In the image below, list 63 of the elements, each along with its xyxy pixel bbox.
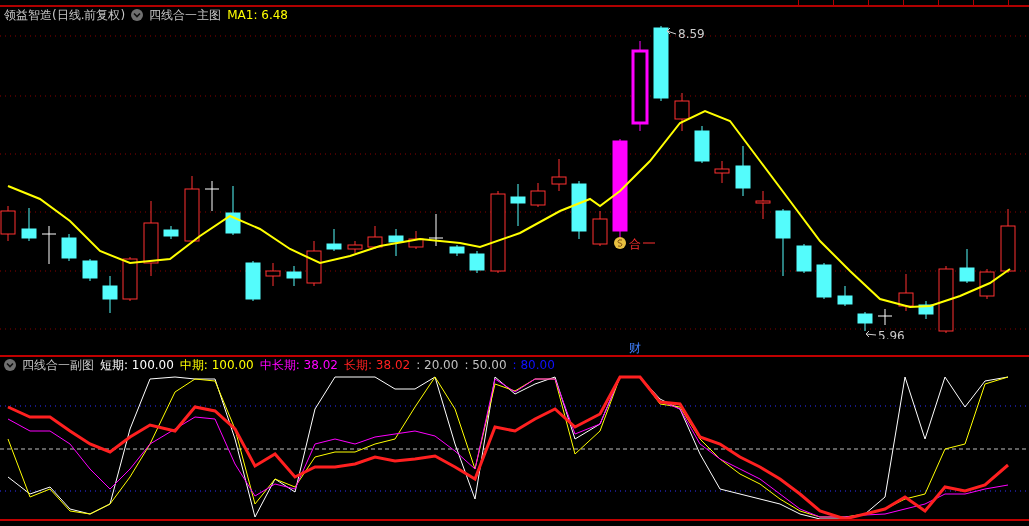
candlestick [755,190,771,220]
candlestick [1000,208,1016,274]
candlestick [367,225,383,250]
candlestick [408,230,424,250]
candlestick [82,258,98,282]
candlestick [286,265,302,287]
candlestick [510,183,526,227]
candlestick [225,185,241,236]
candlestick [959,248,975,284]
candlestick [816,262,832,300]
candlestick [163,225,179,240]
candlestick [449,244,465,257]
collapse-icon[interactable] [4,359,16,371]
candlestick [694,125,710,164]
low-arrow-icon [865,330,877,338]
candlestick [735,145,751,197]
candlestick [347,240,363,254]
finance-marker[interactable]: 财 [629,340,641,357]
candlestick [265,262,281,287]
candlestick [204,180,220,212]
candlestick [530,182,546,208]
candlestick [979,268,995,300]
candlestick [857,311,873,332]
candlestick [674,92,690,132]
candlestick [775,208,791,277]
indicator-value: : 20.00 [416,358,459,372]
signal-label: 合 [629,237,641,251]
candlestick [837,285,853,307]
candlestick [326,228,342,252]
candlestick [245,260,261,302]
candlestick [469,250,485,274]
candlestick [61,233,77,262]
candlestick [41,225,57,265]
money-bag-icon [614,237,626,249]
candlestick [21,207,37,242]
candlestick [102,275,118,314]
indicator-value: : 50.00 [464,358,507,372]
candlestick [898,273,914,312]
candlestick [571,180,587,240]
ma-value: MA1: 6.48 [227,8,288,22]
candlestick [714,160,730,184]
candlestick [306,240,322,287]
candlestick [388,228,404,257]
indicator-value: 短期: 100.00 [100,356,174,374]
indicator-value: 长期: 38.02 [343,356,411,374]
candlestick [877,308,893,326]
high-price-label: 8.59 [678,27,705,41]
candlestick [122,256,138,302]
candlestick [184,175,200,244]
indicator-value: 中长期: 38.02 [259,356,338,374]
high-arrow-icon [666,27,677,35]
candlestick [592,210,608,247]
candlestick [938,265,954,334]
indicator-value: : 80.00 [512,358,555,372]
candlestick [918,300,934,320]
stock-title: 领益智造(日线.前复权) [4,6,126,24]
indicator-value: 中期: 100.00 [179,356,254,374]
candlestick [796,243,812,274]
collapse-icon[interactable] [131,9,144,21]
sub-indicator-name: 四线合一副图 [22,356,94,374]
candlestick [551,158,567,192]
candlestick [428,213,444,247]
indicator-name: 四线合一主图 [149,6,222,24]
